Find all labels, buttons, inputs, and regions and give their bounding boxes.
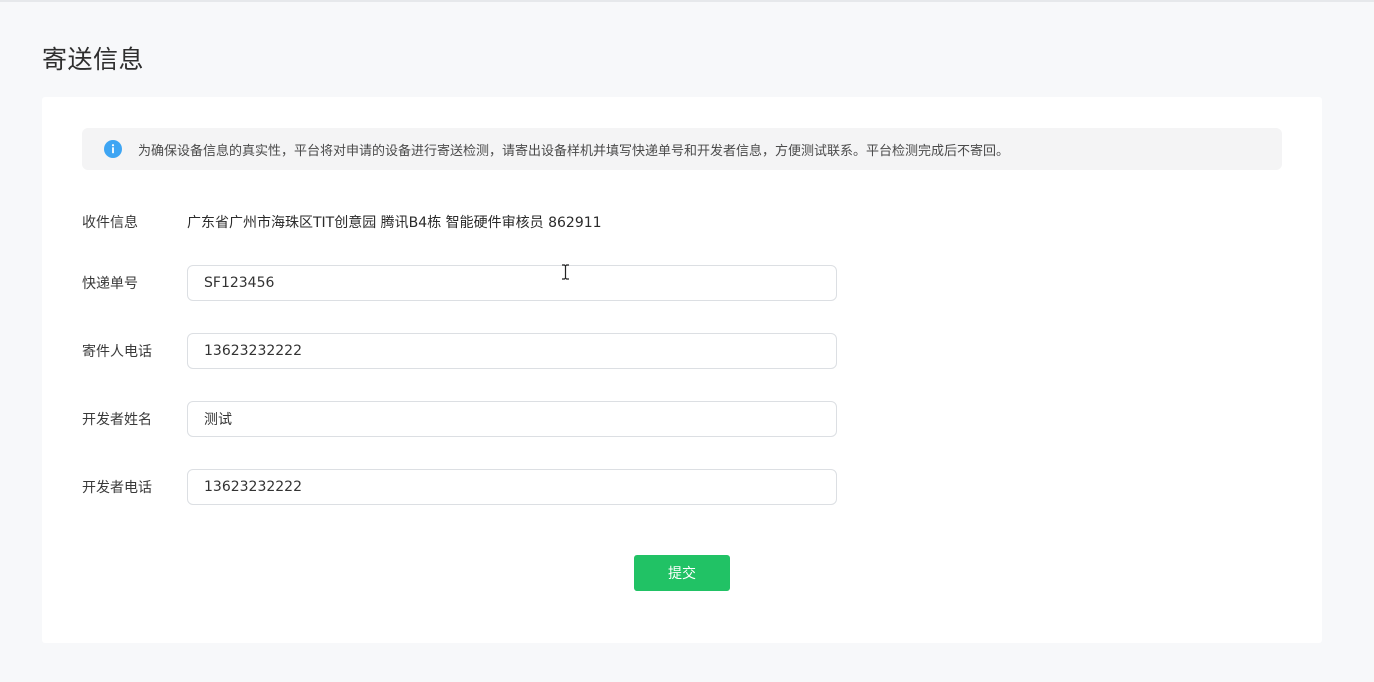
page-title: 寄送信息	[42, 45, 145, 74]
sender-phone-row: 寄件人电话	[82, 333, 837, 369]
sender-phone-label: 寄件人电话	[82, 344, 152, 360]
notice-text: 为确保设备信息的真实性，平台将对申请的设备进行寄送检测，请寄出设备样机并填写快递…	[138, 143, 1010, 159]
developer-name-input[interactable]	[187, 401, 837, 437]
receiver-info-value: 广东省广州市海珠区TIT创意园 腾讯B4栋 智能硬件审核员 862911	[187, 215, 602, 231]
tracking-number-row: 快递单号	[82, 265, 837, 301]
developer-phone-label: 开发者电话	[82, 480, 152, 496]
tracking-number-input[interactable]	[187, 265, 837, 301]
developer-phone-input[interactable]	[187, 469, 837, 505]
shipping-form-card: 为确保设备信息的真实性，平台将对申请的设备进行寄送检测，请寄出设备样机并填写快递…	[42, 97, 1322, 643]
tracking-number-label: 快递单号	[82, 276, 138, 292]
receiver-info-row: 收件信息 广东省广州市海珠区TIT创意园 腾讯B4栋 智能硬件审核员 86291…	[82, 210, 602, 234]
developer-name-row: 开发者姓名	[82, 401, 837, 437]
developer-phone-row: 开发者电话	[82, 469, 837, 505]
info-notice: 为确保设备信息的真实性，平台将对申请的设备进行寄送检测，请寄出设备样机并填写快递…	[82, 128, 1282, 170]
top-divider	[0, 0, 1374, 2]
sender-phone-input[interactable]	[187, 333, 837, 369]
submit-button[interactable]: 提交	[634, 555, 730, 591]
receiver-info-label: 收件信息	[82, 215, 138, 231]
developer-name-label: 开发者姓名	[82, 412, 152, 428]
info-icon	[104, 140, 122, 158]
text-cursor-icon	[562, 264, 569, 280]
